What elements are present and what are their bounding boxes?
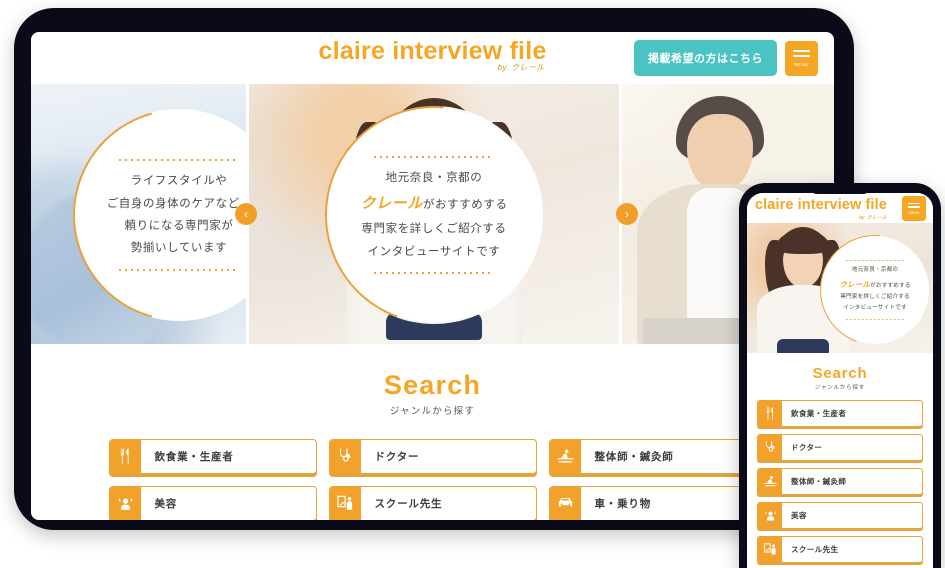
category-label: ドクター xyxy=(374,451,420,463)
mobile-category-label: 美容 xyxy=(791,511,807,520)
hero-slide-intro[interactable]: 地元奈良・京都の クレールがおすすめする 専門家を詳しくご紹介する インタビュー… xyxy=(246,84,619,344)
mobile-menu-button[interactable]: MENU xyxy=(902,196,926,221)
hero-line-suffix: がおすすめする xyxy=(870,282,911,289)
carousel-prev-icon[interactable]: ‹ xyxy=(235,203,257,225)
mobile-hero-circle: 地元奈良・京都の クレールがおすすめする 専門家を詳しくご紹介する インタビュー… xyxy=(820,235,930,345)
hero-line: 専門家を詳しくご紹介する xyxy=(840,294,910,300)
beauty-icon xyxy=(758,503,782,528)
menu-button-label: MENU xyxy=(794,61,809,67)
hamburger-icon-bar xyxy=(793,54,810,57)
hero-line: 専門家を詳しくご紹介する xyxy=(361,223,507,236)
massage-icon xyxy=(549,440,581,473)
hero-line-suffix: がおすすめする xyxy=(422,199,508,212)
screenshot-stage: claire interview file by. クレール 掲載希望の方はこち… xyxy=(0,0,945,568)
mobile-category-button-beauty[interactable]: 美容 xyxy=(757,502,923,529)
hero-circle-intro: 地元奈良・京都の クレールがおすすめする 専門家を詳しくご紹介する インタビュー… xyxy=(325,106,543,324)
hero-carousel: ライフスタイルや ご自身の身体のケアなど、 頼りになる専門家が 勢揃いしています xyxy=(31,84,834,344)
dotted-divider-bottom xyxy=(119,268,239,271)
search-section: Search ジャンルから探す 飲食業・生産者 ドクター 整体師・鍼灸師 美容 … xyxy=(31,344,834,520)
mobile-category-label: 飲食業・生産者 xyxy=(791,409,847,418)
hero-line: 頼りになる専門家が xyxy=(124,220,234,232)
mobile-search-title: Search xyxy=(812,365,868,382)
teacher-icon xyxy=(329,487,361,520)
brand-name: クレール xyxy=(839,279,871,289)
tablet-device-frame: claire interview file by. クレール 掲載希望の方はこち… xyxy=(14,8,854,530)
mobile-category-button-restaurant[interactable]: 飲食業・生産者 xyxy=(757,400,923,427)
mobile-category-button-teacher[interactable]: スクール先生 xyxy=(757,536,923,563)
category-button-vehicle[interactable]: 車・乗り物 xyxy=(548,486,757,520)
mobile-category-label: ドクター xyxy=(791,443,823,452)
teacher-icon xyxy=(758,537,782,562)
hero-line: 勢揃いしています xyxy=(130,242,228,255)
menu-button[interactable]: MENU xyxy=(785,40,818,76)
mobile-category-label: スクール先生 xyxy=(791,545,839,554)
category-label: スクール先生 xyxy=(374,498,443,510)
category-label: 整体師・鍼灸師 xyxy=(594,451,674,463)
hero-line: ライフスタイルや xyxy=(130,175,228,188)
brand-name: クレール xyxy=(360,195,423,213)
massage-icon xyxy=(758,469,782,494)
phone-notch xyxy=(809,183,871,194)
mobile-site-header: claire interview file by. クレール MENU xyxy=(747,193,933,223)
mobile-category-list: 飲食業・生産者 ドクター 整体師・鍼灸師 美容 スクール先生 xyxy=(757,400,923,563)
mobile-logo-text: claire interview file xyxy=(755,197,887,213)
tablet-screen: claire interview file by. クレール 掲載希望の方はこち… xyxy=(31,32,834,520)
hamburger-icon-bar xyxy=(793,49,810,52)
hero-text-lifestyle: ライフスタイルや ご自身の身体のケアなど、 頼りになる専門家が 勢揃いしています xyxy=(107,161,246,269)
search-subtitle: ジャンルから探す xyxy=(389,406,476,417)
site-logo[interactable]: claire interview file by. クレール xyxy=(319,38,547,73)
category-button-doctor[interactable]: ドクター xyxy=(328,439,537,474)
beauty-icon xyxy=(109,487,141,520)
mobile-hero-text: 地元奈良・京都の クレールがおすすめする 専門家を詳しくご紹介する インタビュー… xyxy=(839,261,910,319)
search-title: Search xyxy=(383,370,482,400)
category-button-beauty[interactable]: 美容 xyxy=(108,486,317,520)
category-button-therapist[interactable]: 整体師・鍼灸師 xyxy=(548,439,757,474)
skirt-shape xyxy=(777,339,829,353)
mobile-category-label: 整体師・鍼灸師 xyxy=(791,477,847,486)
carousel-next-icon[interactable]: › xyxy=(616,203,638,225)
phone-screen: claire interview file by. クレール MENU 地元奈良… xyxy=(747,193,933,568)
fork-knife-icon xyxy=(109,440,141,473)
hero-slide-lifestyle[interactable]: ライフスタイルや ご自身の身体のケアなど、 頼りになる専門家が 勢揃いしています xyxy=(31,84,246,344)
phone-device-frame: claire interview file by. クレール MENU 地元奈良… xyxy=(739,183,941,568)
logo-text: claire interview file xyxy=(318,37,547,65)
stethoscope-icon xyxy=(758,435,782,460)
mobile-search-subtitle: ジャンルから探す xyxy=(814,385,866,391)
hero-line-brand: クレールがおすすめする xyxy=(839,277,910,292)
dotted-divider-bottom xyxy=(374,272,494,275)
hamburger-icon-bar xyxy=(908,206,920,208)
stethoscope-icon xyxy=(329,440,361,473)
category-grid: 飲食業・生産者 ドクター 整体師・鍼灸師 美容 スクール先生 車・乗り物 xyxy=(108,439,757,520)
mobile-menu-button-label: MENU xyxy=(908,210,920,215)
mobile-search-section: Search ジャンルから探す 飲食業・生産者 ドクター 整体師・鍼灸師 美容 … xyxy=(747,353,933,567)
mobile-site-logo[interactable]: claire interview file by. クレール xyxy=(755,198,887,221)
hero-line: インタビューサイトです xyxy=(367,245,501,258)
mobile-category-button-doctor[interactable]: ドクター xyxy=(757,434,923,461)
category-label: 飲食業・生産者 xyxy=(154,451,234,463)
hamburger-icon-bar xyxy=(908,202,920,204)
category-label: 美容 xyxy=(154,498,178,510)
hero-line: インタビューサイトです xyxy=(843,305,907,312)
category-label: 車・乗り物 xyxy=(594,498,651,510)
site-header: claire interview file by. クレール 掲載希望の方はこち… xyxy=(31,32,834,84)
header-actions: 掲載希望の方はこちら MENU xyxy=(634,40,818,76)
dotted-divider-bottom xyxy=(846,318,904,320)
hero-line-brand: クレールがおすすめする xyxy=(360,189,507,218)
fork-knife-icon xyxy=(758,401,782,426)
mobile-category-button-therapist[interactable]: 整体師・鍼灸師 xyxy=(757,468,923,495)
mobile-logo-subtext: by. クレール xyxy=(859,214,887,221)
hair-front-shape xyxy=(776,230,830,254)
category-button-teacher[interactable]: スクール先生 xyxy=(328,486,537,520)
face-shape xyxy=(686,114,753,192)
listing-request-button[interactable]: 掲載希望の方はこちら xyxy=(634,40,777,76)
hero-line: 地元奈良・京都の xyxy=(851,267,899,274)
hero-text-intro: 地元奈良・京都の クレールがおすすめする 専門家を詳しくご紹介する インタビュー… xyxy=(360,158,507,273)
category-button-restaurant[interactable]: 飲食業・生産者 xyxy=(108,439,317,474)
mobile-hero[interactable]: 地元奈良・京都の クレールがおすすめする 専門家を詳しくご紹介する インタビュー… xyxy=(747,223,933,353)
hero-line: ご自身の身体のケアなど、 xyxy=(106,197,246,210)
hero-line: 地元奈良・京都の xyxy=(385,171,483,184)
car-icon xyxy=(549,487,581,520)
